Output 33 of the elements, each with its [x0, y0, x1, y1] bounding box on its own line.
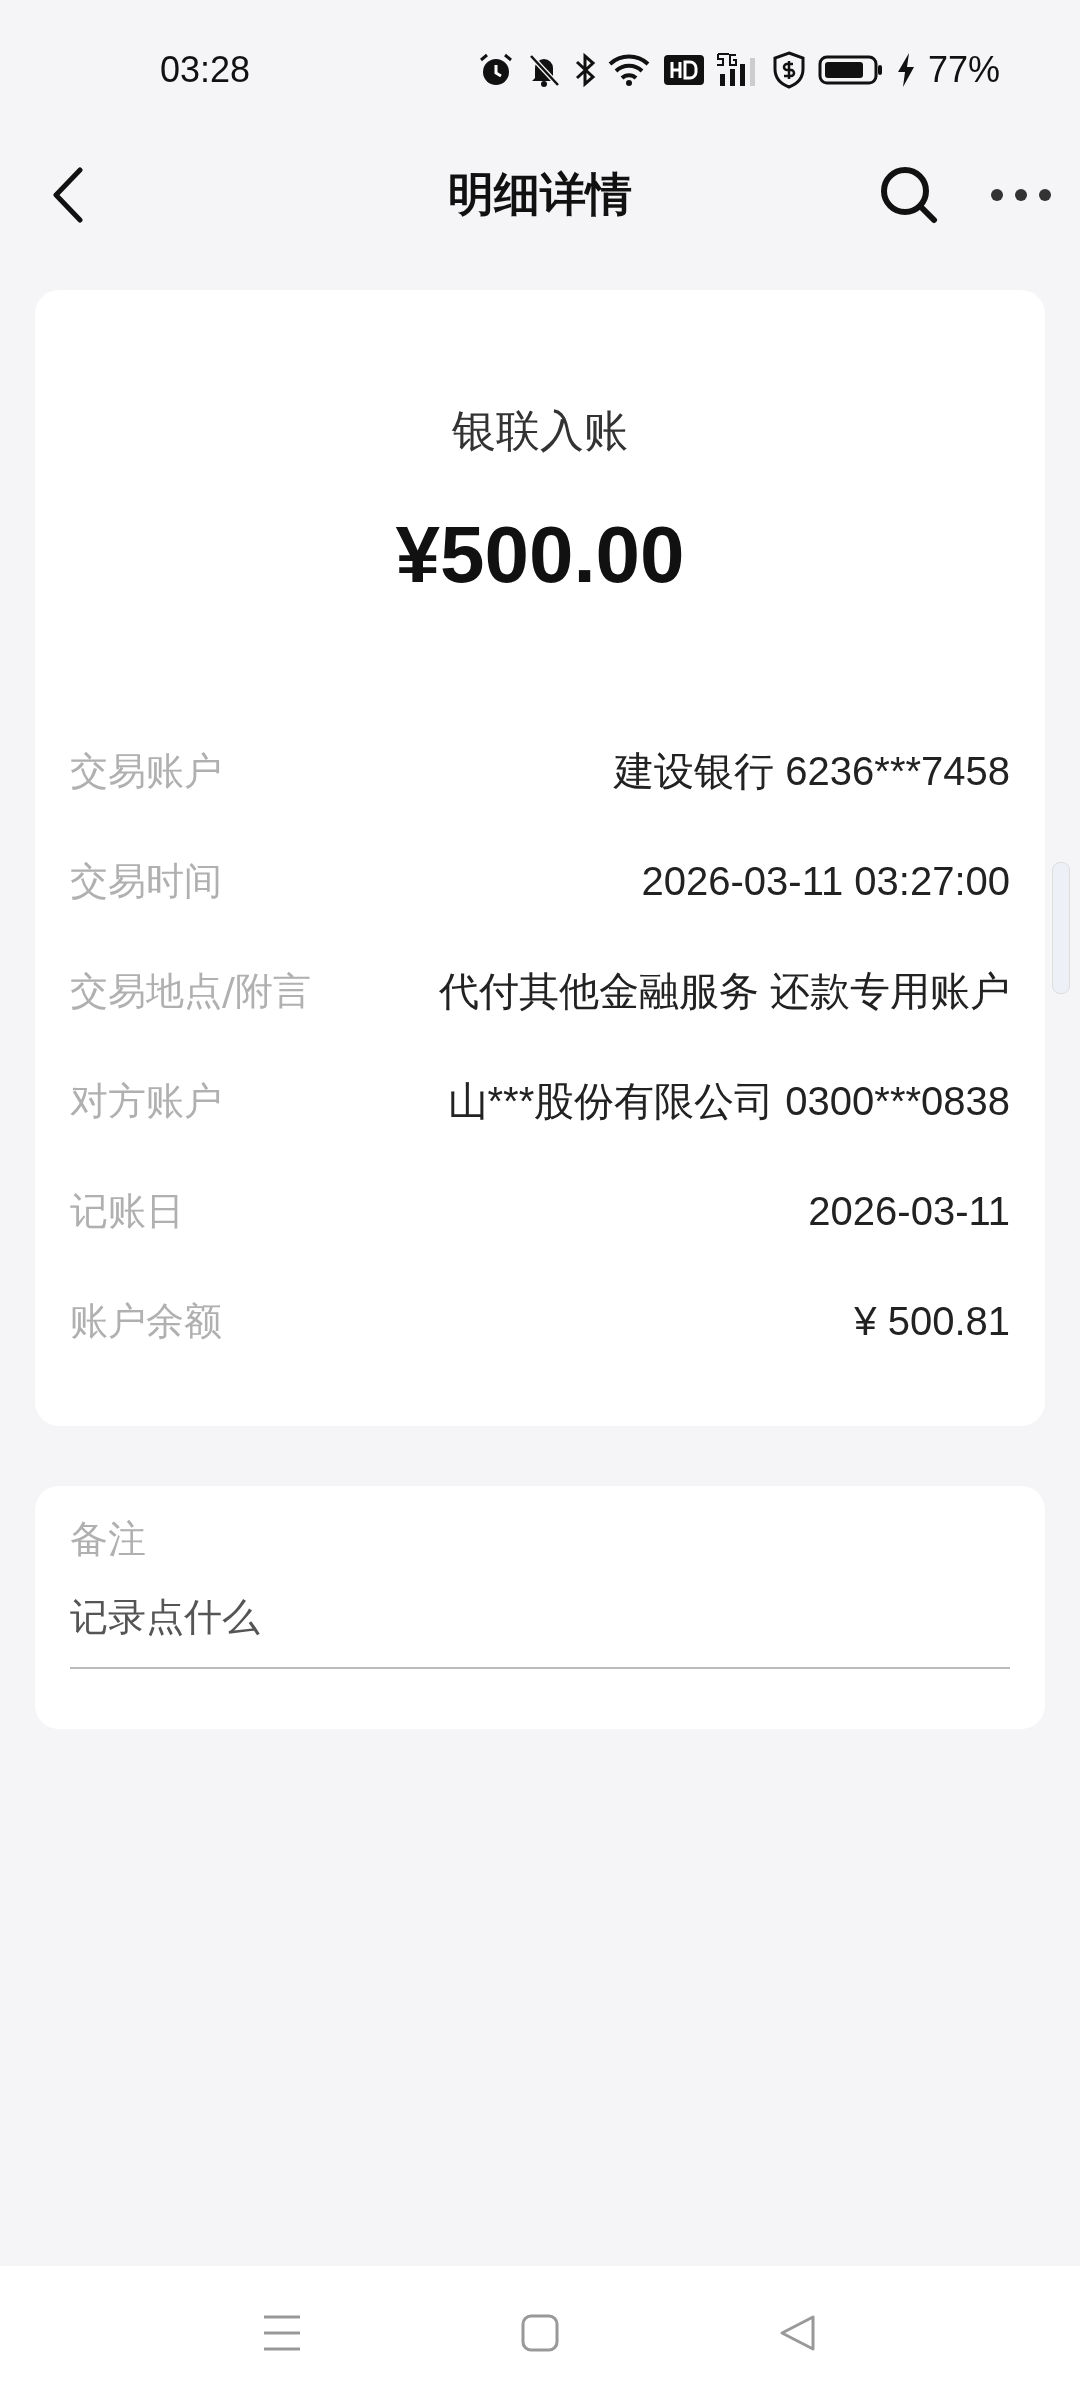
transaction-amount: ¥500.00 — [394, 509, 686, 601]
battery-icon — [817, 54, 884, 86]
wifi-icon — [607, 52, 652, 88]
detail-value: 建设银行 6236***7458 — [614, 747, 1010, 795]
detail-value: 代付其他金融服务 还款专用账户 — [438, 967, 1010, 1015]
remark-field[interactable]: 记录点什么 — [35, 1565, 1045, 1729]
detail-label: 交易账户 — [70, 747, 222, 795]
status-time: 03:28 — [160, 49, 251, 91]
detail-value: 2026-03-11 03:27:00 — [641, 858, 1010, 904]
charging-icon — [895, 52, 916, 88]
battery-percentage: 77% — [927, 49, 1000, 91]
shield-icon — [771, 51, 806, 89]
detail-value: ¥ 500.81 — [854, 1298, 1010, 1344]
back-triangle-icon[interactable] — [779, 2314, 817, 2352]
detail-label: 交易地点/附言 — [70, 967, 311, 1015]
back-icon[interactable] — [52, 167, 84, 223]
menu-icon[interactable] — [263, 2314, 301, 2352]
page-title: 明细详情 — [448, 166, 632, 223]
bluetooth-icon — [573, 52, 596, 88]
more-icon[interactable] — [990, 188, 1052, 202]
transaction-type: 银联入账 — [451, 404, 629, 458]
home-icon[interactable] — [521, 2314, 559, 2352]
detail-label: 对方账户 — [70, 1077, 222, 1125]
detail-value: 2026-03-11 — [808, 1188, 1010, 1234]
alarm-clock-icon — [477, 52, 514, 88]
detail-value: 山***股份有限公司 0300***0838 — [447, 1077, 1010, 1125]
detail-label: 账户余额 — [70, 1297, 222, 1345]
detail-label: 交易时间 — [70, 857, 222, 905]
detail-label: 记账日 — [70, 1187, 184, 1235]
scroll-handle[interactable] — [1052, 862, 1070, 994]
search-icon[interactable] — [880, 166, 938, 224]
remark-label: 备注 — [70, 1517, 146, 1561]
hd-icon — [663, 55, 704, 85]
